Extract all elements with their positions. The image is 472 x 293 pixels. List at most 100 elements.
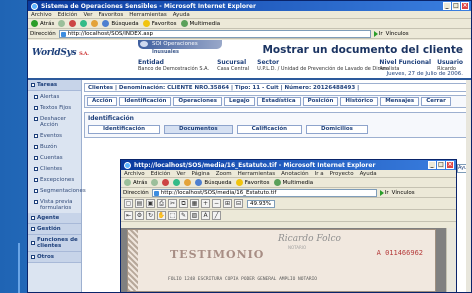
browser-titlebar[interactable]: Sistema de Operaciones Sensibles - Micro… [28, 1, 471, 11]
menu-zoom[interactable]: Zoom [216, 171, 232, 177]
paste-icon[interactable]: ▦ [190, 199, 199, 208]
sidebar-item-eventos[interactable]: Eventos [28, 130, 81, 141]
home-icon[interactable] [91, 20, 99, 27]
search-button[interactable]: Búsqueda [195, 179, 232, 186]
tab-operaciones[interactable]: Operaciones [173, 97, 223, 106]
sidebar-item-vista-previa[interactable]: Vista previa formularios [28, 196, 81, 213]
sidebar-item-segmentaciones[interactable]: Segmentaciones [28, 185, 86, 196]
home-icon[interactable] [184, 179, 192, 186]
stop-icon[interactable] [69, 20, 77, 27]
tab-identificacion[interactable]: Identificación [119, 97, 172, 106]
annotate-icon[interactable]: ✎ [179, 211, 188, 220]
multimedia-button[interactable]: Multimedia [180, 20, 220, 27]
select-tool-icon[interactable]: ⬚ [168, 211, 177, 220]
sidebar-item-buzon[interactable]: Buzón [28, 141, 81, 152]
settings-icon[interactable]: ⚙ [135, 211, 144, 220]
go-button[interactable]: Ir [379, 189, 389, 196]
desktop-decoration [0, 243, 20, 293]
fit-width-icon[interactable]: ⊟ [234, 199, 243, 208]
favorites-button[interactable]: Favoritos [235, 179, 270, 186]
tab-cerrar[interactable]: Cerrar [421, 97, 451, 106]
sidebar-section-gestion[interactable]: Gestión [28, 224, 81, 235]
text-tool-icon[interactable]: A [201, 211, 210, 220]
menu-edicion[interactable]: Edición [151, 171, 171, 177]
menu-archivo[interactable]: Archivo [31, 12, 52, 18]
tab-posicion[interactable]: Posición [302, 97, 339, 106]
multimedia-button[interactable]: Multimedia [273, 179, 313, 186]
document-canvas[interactable]: Ricardo Folco NOTARIO TESTIMONIO A 01146… [121, 228, 456, 292]
menu-ayuda[interactable]: Ayuda [173, 12, 190, 18]
sidebar-section-otros[interactable]: Otros [28, 252, 81, 263]
zoom-out-icon[interactable]: − [212, 199, 221, 208]
zoom-in-icon[interactable]: + [201, 199, 210, 208]
zoom-level-input[interactable]: 49.93% [247, 199, 275, 208]
forward-arrow-icon[interactable] [58, 20, 66, 27]
menu-favoritos[interactable]: Favoritos [98, 12, 123, 18]
new-icon[interactable]: ▢ [124, 199, 133, 208]
stop-icon[interactable] [162, 179, 170, 186]
viewer-titlebar[interactable]: http://localhost/SOS/media/16_Estatuto.t… [121, 160, 456, 170]
links-button[interactable]: Vínculos [386, 31, 409, 37]
open-icon[interactable]: ▤ [135, 199, 144, 208]
tab-mensajes[interactable]: Mensajes [380, 97, 420, 106]
menu-herramientas[interactable]: Herramientas [238, 171, 275, 177]
sidebar-item-excepciones[interactable]: Excepciones [28, 174, 81, 185]
sidebar-item-textos-fijos[interactable]: Textos Fijos [28, 102, 81, 113]
menu-anotacion[interactable]: Anotación [281, 171, 309, 177]
line-tool-icon[interactable]: ╱ [212, 211, 221, 220]
first-page-icon[interactable]: ⇤ [124, 211, 133, 220]
menu-archivo[interactable]: Archivo [124, 171, 145, 177]
close-button[interactable]: × [446, 161, 454, 169]
sidebar-item-cuentas[interactable]: Cuentas [28, 152, 81, 163]
menu-proyecto[interactable]: Proyecto [330, 171, 354, 177]
print-icon[interactable]: ⎙ [157, 199, 166, 208]
tab-estadistica[interactable]: Estadística [256, 97, 301, 106]
menu-ver[interactable]: Ver [83, 12, 92, 18]
sidebar-section-tareas[interactable]: Tareas [28, 80, 81, 91]
copy-icon[interactable]: ⧉ [179, 199, 188, 208]
image-icon[interactable]: ▨ [190, 211, 199, 220]
minimize-button[interactable]: _ [443, 2, 451, 10]
hand-tool-icon[interactable]: ✋ [157, 211, 166, 220]
sidebar-item-deshacer[interactable]: Deshacer Acción [28, 113, 81, 130]
tab-historico[interactable]: Histórico [340, 97, 379, 106]
save-icon[interactable]: ▣ [146, 199, 155, 208]
sidebar-item-alertas[interactable]: Alertas [28, 91, 81, 102]
sidebar-section-agente[interactable]: Agente [28, 213, 81, 224]
subtab-domicilios[interactable]: Domicilios [306, 125, 368, 134]
menu-ir-a[interactable]: Ir a [315, 171, 324, 177]
refresh-icon[interactable] [80, 20, 88, 27]
tab-accion[interactable]: Acción [87, 97, 118, 106]
refresh-icon[interactable] [173, 179, 181, 186]
minimize-button[interactable]: _ [428, 161, 436, 169]
favorites-button[interactable]: Favoritos [142, 20, 177, 27]
menu-pagina[interactable]: Página [191, 171, 209, 177]
maximize-button[interactable]: □ [452, 2, 460, 10]
subtab-identificacion[interactable]: Identificación [88, 125, 161, 134]
forward-arrow-icon[interactable] [151, 179, 159, 186]
close-button[interactable]: × [461, 2, 469, 10]
subtab-calificacion[interactable]: Calificación [236, 125, 303, 134]
search-button[interactable]: Búsqueda [102, 20, 139, 27]
menu-herramientas[interactable]: Herramientas [129, 12, 166, 18]
cut-icon[interactable]: ✂ [168, 199, 177, 208]
rotate-icon[interactable]: ↻ [146, 211, 155, 220]
bullet-icon [34, 133, 38, 138]
menu-ver[interactable]: Ver [176, 171, 185, 177]
address-input[interactable]: http://localhost/SOS/media/16_Estatuto.t… [151, 188, 377, 197]
page-scrollbar[interactable] [466, 80, 471, 292]
sidebar-section-funciones[interactable]: Funciones de clientes [28, 235, 81, 252]
document-scrollbar[interactable] [446, 228, 456, 292]
back-button[interactable]: Atrás [124, 179, 147, 186]
sidebar-item-clientes[interactable]: Clientes [28, 163, 81, 174]
address-input[interactable]: http://localhost/SOS/INDEX.asp [58, 29, 371, 38]
back-button[interactable]: Atrás [31, 20, 54, 27]
subtab-documentos[interactable]: Documentos [164, 125, 233, 134]
fit-page-icon[interactable]: ⊞ [223, 199, 232, 208]
menu-ayuda[interactable]: Ayuda [360, 171, 377, 177]
links-button[interactable]: Vínculos [392, 190, 415, 196]
go-button[interactable]: Ir [373, 30, 383, 37]
tab-legajo[interactable]: Legajo [224, 97, 255, 106]
maximize-button[interactable]: □ [437, 161, 445, 169]
menu-edicion[interactable]: Edición [58, 12, 78, 18]
